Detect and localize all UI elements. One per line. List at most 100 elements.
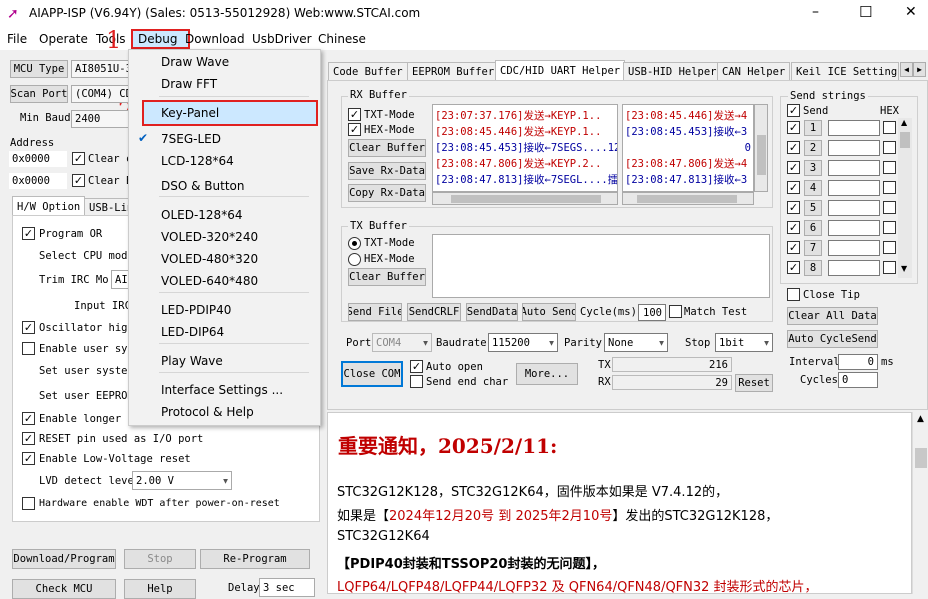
notice-scrollbar[interactable]: ▲ bbox=[912, 412, 928, 594]
send-row-input[interactable] bbox=[828, 220, 880, 236]
send-row-input[interactable] bbox=[828, 160, 880, 176]
send-file-button[interactable]: Send File bbox=[348, 303, 402, 321]
rx-clear-buffer-button[interactable]: Clear Buffer bbox=[348, 139, 426, 157]
send-row-hex-checkbox[interactable] bbox=[883, 221, 896, 234]
send-row-button[interactable]: 7 bbox=[804, 240, 822, 256]
send-row-checkbox[interactable]: ✓ bbox=[787, 261, 800, 274]
tab-keil-ice[interactable]: Keil ICE Settings bbox=[791, 62, 899, 80]
delay-select[interactable]: 3 sec bbox=[259, 578, 315, 597]
tab-eeprom-buffer[interactable]: EEPROM Buffer bbox=[407, 62, 500, 80]
tx-input-area[interactable] bbox=[432, 234, 770, 298]
clear-all-data-button[interactable]: Clear All Data bbox=[787, 307, 878, 325]
menu-operate[interactable]: Operate bbox=[39, 32, 88, 46]
menu-download[interactable]: Download bbox=[185, 32, 245, 46]
menu-item-key-panel[interactable]: Key-Panel bbox=[142, 100, 318, 126]
match-test-checkbox[interactable] bbox=[669, 305, 682, 318]
send-row-hex-checkbox[interactable] bbox=[883, 161, 896, 174]
tab-usb-hid-helper[interactable]: USB-HID Helper bbox=[623, 62, 722, 80]
help-button[interactable]: Help bbox=[124, 579, 196, 599]
program-or-checkbox[interactable]: ✓ bbox=[22, 227, 35, 240]
cycle-input[interactable]: 100 bbox=[638, 304, 666, 321]
check-mcu-button[interactable]: Check MCU bbox=[12, 579, 116, 599]
scroll-up-icon[interactable]: ▲ bbox=[917, 414, 924, 424]
baudrate-select[interactable]: 115200 ▼ bbox=[488, 333, 558, 352]
menu-item-draw-wave[interactable]: Draw Wave bbox=[129, 51, 316, 73]
send-row-hex-checkbox[interactable] bbox=[883, 241, 896, 254]
send-row-input[interactable] bbox=[828, 120, 880, 136]
rx-txt-mode-checkbox[interactable]: ✓ bbox=[348, 108, 361, 121]
cycles-input[interactable]: 0 bbox=[838, 372, 878, 388]
clear-code-checkbox[interactable]: ✓ bbox=[72, 152, 85, 165]
reset-pin-io-checkbox[interactable]: ✓ bbox=[22, 432, 35, 445]
auto-open-checkbox[interactable]: ✓ bbox=[410, 360, 423, 373]
menu-item-play-wave[interactable]: Play Wave bbox=[129, 350, 316, 372]
min-baud-select[interactable]: 2400 bbox=[71, 110, 131, 128]
copy-rx-data-button[interactable]: Copy Rx-Data bbox=[348, 184, 426, 202]
send-row-checkbox[interactable]: ✓ bbox=[787, 181, 800, 194]
send-strings-scrollbar[interactable]: ▲ ▼ bbox=[898, 118, 912, 278]
tab-can-helper[interactable]: CAN Helper bbox=[717, 62, 791, 80]
rx-hex-mode-checkbox[interactable]: ✓ bbox=[348, 123, 361, 136]
send-row-input[interactable] bbox=[828, 180, 880, 196]
send-row-button[interactable]: 5 bbox=[804, 200, 822, 216]
mcu-type-button[interactable]: MCU Type bbox=[10, 60, 68, 78]
low-voltage-reset-checkbox[interactable]: ✓ bbox=[22, 452, 35, 465]
send-end-char-checkbox[interactable] bbox=[410, 375, 423, 388]
menu-debug[interactable]: Debug bbox=[131, 29, 190, 49]
close-button[interactable]: ✕ bbox=[905, 4, 917, 20]
send-row-checkbox[interactable]: ✓ bbox=[787, 241, 800, 254]
send-row-checkbox[interactable]: ✓ bbox=[787, 221, 800, 234]
send-row-button[interactable]: 3 bbox=[804, 160, 822, 176]
send-row-checkbox[interactable]: ✓ bbox=[787, 121, 800, 134]
scroll-thumb[interactable] bbox=[915, 448, 927, 468]
menu-item-led-dip64[interactable]: LED-DIP64 bbox=[129, 321, 316, 343]
enable-longer-checkbox[interactable]: ✓ bbox=[22, 412, 35, 425]
close-com-button[interactable]: Close COM bbox=[341, 361, 403, 387]
more-button[interactable]: More... bbox=[516, 363, 578, 385]
tab-scroll-right-icon[interactable]: ▶ bbox=[913, 62, 926, 77]
menu-item-interface-settings[interactable]: Interface Settings ... bbox=[129, 379, 316, 401]
send-row-hex-checkbox[interactable] bbox=[883, 261, 896, 274]
send-row-hex-checkbox[interactable] bbox=[883, 121, 896, 134]
scroll-thumb[interactable] bbox=[451, 195, 601, 203]
scroll-down-icon[interactable]: ▼ bbox=[901, 264, 907, 273]
parity-select[interactable]: None ▼ bbox=[604, 333, 668, 352]
menu-item-draw-fft[interactable]: Draw FFT bbox=[129, 73, 316, 95]
tx-hex-mode-radio[interactable] bbox=[348, 253, 361, 266]
send-row-hex-checkbox[interactable] bbox=[883, 201, 896, 214]
send-row-button[interactable]: 1 bbox=[804, 120, 822, 136]
maximize-button[interactable]: ☐ bbox=[859, 3, 872, 21]
interval-input[interactable]: 0 bbox=[838, 354, 878, 370]
scroll-up-icon[interactable]: ▲ bbox=[901, 118, 907, 127]
save-rx-data-button[interactable]: Save Rx-Data bbox=[348, 162, 426, 180]
send-row-hex-checkbox[interactable] bbox=[883, 141, 896, 154]
menu-item-led-pdip40[interactable]: LED-PDIP40 bbox=[129, 299, 316, 321]
menu-item-voled-480-320[interactable]: VOLED-480*320 bbox=[129, 248, 316, 270]
tx-txt-mode-radio[interactable] bbox=[348, 237, 361, 250]
hardware-wdt-checkbox[interactable] bbox=[22, 497, 35, 510]
send-row-input[interactable] bbox=[828, 260, 880, 276]
menu-item-voled-320-240[interactable]: VOLED-320*240 bbox=[129, 226, 316, 248]
send-crlf-button[interactable]: SendCRLF bbox=[407, 303, 461, 321]
menu-item-dso-button[interactable]: DSO & Button bbox=[129, 175, 316, 197]
send-row-checkbox[interactable]: ✓ bbox=[787, 161, 800, 174]
address-field-2[interactable]: 0x0000 bbox=[9, 173, 67, 189]
send-row-checkbox[interactable]: ✓ bbox=[787, 201, 800, 214]
minimize-button[interactable]: – bbox=[812, 4, 819, 20]
send-row-button[interactable]: 4 bbox=[804, 180, 822, 196]
scan-port-button[interactable]: Scan Port bbox=[10, 85, 68, 103]
menu-item-7seg-led[interactable]: ✔ 7SEG-LED bbox=[129, 128, 316, 150]
re-program-button[interactable]: Re-Program bbox=[200, 549, 310, 569]
rx-hex-hscrollbar[interactable] bbox=[622, 192, 754, 205]
send-data-button[interactable]: SendData bbox=[466, 303, 518, 321]
lvd-select[interactable]: 2.00 V ▼ bbox=[132, 471, 232, 490]
rx-log-hscrollbar[interactable] bbox=[432, 192, 618, 205]
menu-item-oled-128-64[interactable]: OLED-128*64 bbox=[129, 204, 316, 226]
send-all-checkbox[interactable]: ✓ bbox=[787, 104, 800, 117]
scroll-thumb[interactable] bbox=[900, 132, 910, 148]
tab-cdc-hid-uart[interactable]: CDC/HID UART Helper bbox=[495, 60, 626, 81]
stop-bits-select[interactable]: 1bit ▼ bbox=[715, 333, 773, 352]
send-row-button[interactable]: 6 bbox=[804, 220, 822, 236]
menu-chinese[interactable]: Chinese bbox=[318, 32, 366, 46]
enable-user-sys-checkbox[interactable] bbox=[22, 342, 35, 355]
